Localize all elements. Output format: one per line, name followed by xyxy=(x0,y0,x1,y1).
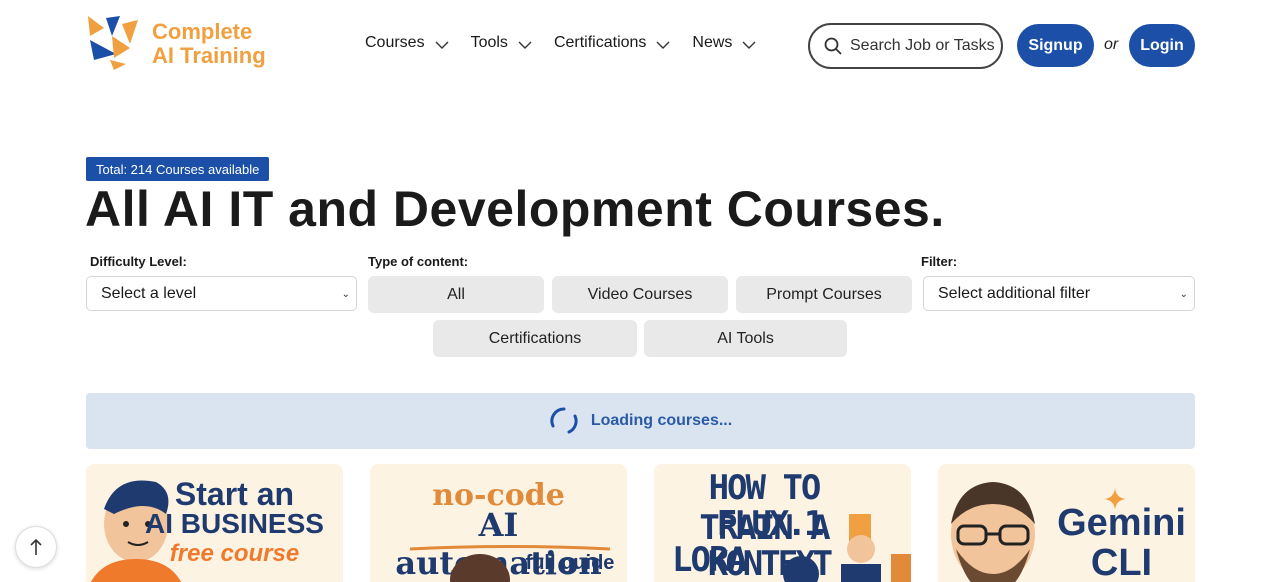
course-card-ai-business[interactable]: Start an AI BUSINESS free course xyxy=(86,464,343,582)
nav-courses-label: Courses xyxy=(365,34,425,51)
chevron-down-icon xyxy=(656,41,670,49)
nav-tools-label: Tools xyxy=(470,34,508,51)
difficulty-select-value: Select a level xyxy=(101,284,197,302)
chevron-down-icon xyxy=(742,41,756,49)
course-card-no-code-automation[interactable]: no-code AI automation full guide xyxy=(370,464,627,582)
type-chip-certifications[interactable]: Certifications xyxy=(433,320,637,357)
type-label: Type of content: xyxy=(368,254,469,269)
loading-banner: Loading courses... xyxy=(86,393,1195,449)
difficulty-select[interactable]: Select a level ⌄ xyxy=(86,276,357,311)
nav-news-label: News xyxy=(692,34,733,51)
card-4-line-2: CLI xyxy=(1090,542,1153,582)
signup-button[interactable]: Signup xyxy=(1017,24,1094,67)
page-title: All AI IT and Development Courses. xyxy=(85,181,945,237)
additional-filter-value: Select additional filter xyxy=(938,284,1091,302)
search-icon xyxy=(824,37,842,55)
arrow-up-icon xyxy=(30,538,42,555)
type-chip-video-courses[interactable]: Video Courses xyxy=(552,276,728,313)
type-chip-ai-tools[interactable]: AI Tools xyxy=(644,320,847,357)
card-1-line-2: AI BUSINESS xyxy=(145,508,324,539)
type-chip-prompt-courses[interactable]: Prompt Courses xyxy=(736,276,912,313)
course-card-gemini-cli[interactable]: Gemini CLI xyxy=(938,464,1195,582)
additional-filter-select[interactable]: Select additional filter ⌄ xyxy=(923,276,1195,311)
people-illustration-icon xyxy=(783,514,911,582)
logo-line-2: AI Training xyxy=(152,43,266,68)
type-chip-all[interactable]: All xyxy=(368,276,544,313)
card-4-line-1: Gemini xyxy=(1057,502,1186,544)
logo-text: Complete AI Training xyxy=(152,20,266,68)
site-header: Complete AI Training Courses Tools Certi… xyxy=(0,0,1280,92)
total-courses-badge: Total: 214 Courses available xyxy=(86,157,270,181)
card-2-line-3: full guide xyxy=(525,552,615,574)
course-card-flux-kontext-lora[interactable]: HOW TO TRAIN A FLUX.1 KONTEXT LORA xyxy=(654,464,911,582)
nav-news[interactable]: News xyxy=(692,34,756,52)
back-to-top-button[interactable] xyxy=(15,526,57,568)
nav-courses[interactable]: Courses xyxy=(365,34,449,52)
chevron-down-icon xyxy=(518,41,532,49)
search-box[interactable] xyxy=(808,23,1003,69)
logo-mark-icon xyxy=(88,16,138,70)
chevron-down-icon: ⌄ xyxy=(341,289,350,300)
card-3-line-3: LORA xyxy=(672,540,748,580)
card-1-line-3: free course xyxy=(169,540,300,567)
person-illustration-icon xyxy=(450,554,510,582)
difficulty-label: Difficulty Level: xyxy=(90,254,187,269)
nav-certifications-label: Certifications xyxy=(553,34,647,51)
site-logo[interactable]: Complete AI Training xyxy=(86,14,276,74)
spinner-icon xyxy=(550,407,578,434)
login-button[interactable]: Login xyxy=(1129,24,1195,67)
chevron-down-icon: ⌄ xyxy=(1179,289,1188,300)
person-illustration-icon xyxy=(951,482,1035,582)
chevron-down-icon xyxy=(435,41,449,49)
or-separator: or xyxy=(1104,36,1119,53)
main-nav: Courses Tools Certifications News xyxy=(365,34,778,52)
search-input[interactable] xyxy=(850,37,1000,55)
logo-line-1: Complete xyxy=(152,19,253,44)
loading-text: Loading courses... xyxy=(590,412,733,429)
filter-label: Filter: xyxy=(921,254,958,269)
nav-certifications[interactable]: Certifications xyxy=(554,34,670,52)
nav-tools[interactable]: Tools xyxy=(471,34,532,52)
